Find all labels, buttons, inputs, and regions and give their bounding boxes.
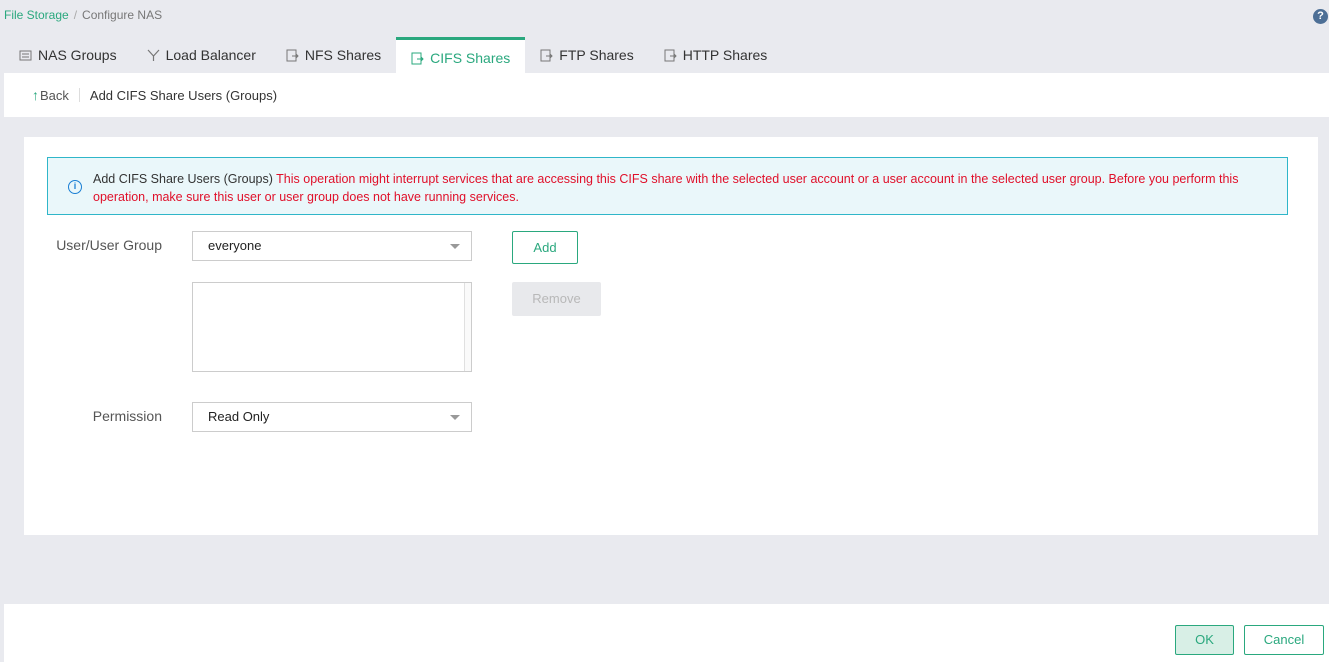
cancel-button[interactable]: Cancel	[1244, 625, 1324, 655]
nfs-shares-icon	[286, 49, 299, 62]
notice-message: Add CIFS Share Users (Groups) This opera…	[93, 170, 1278, 206]
back-arrow-icon: ↑	[32, 87, 39, 103]
permission-value: Read Only	[208, 409, 270, 424]
nas-groups-icon	[19, 49, 32, 62]
breadcrumb-separator: /	[73, 8, 78, 22]
notice-title: Add CIFS Share Users (Groups)	[93, 172, 273, 186]
tab-label: CIFS Shares	[430, 50, 511, 66]
form-card: i Add CIFS Share Users (Groups) This ope…	[24, 137, 1318, 535]
ftp-shares-icon	[540, 49, 553, 62]
add-button[interactable]: Add	[512, 231, 578, 264]
remove-button[interactable]: Remove	[512, 282, 601, 316]
dialog-footer: OK Cancel	[4, 604, 1329, 662]
scrollbar[interactable]	[464, 283, 471, 371]
breadcrumb: File Storage / Configure NAS	[4, 8, 162, 22]
selected-users-list[interactable]	[192, 282, 472, 372]
permission-label: Permission	[92, 408, 162, 424]
divider	[78, 88, 80, 102]
page-title: Add CIFS Share Users (Groups)	[89, 87, 278, 103]
load-balancer-icon	[147, 49, 160, 62]
tab-label: NFS Shares	[304, 47, 382, 63]
breadcrumb-file-storage[interactable]: File Storage	[4, 8, 69, 22]
back-label: Back	[40, 87, 69, 103]
tab-ftp-shares[interactable]: FTP Shares	[525, 37, 648, 73]
back-button[interactable]: ↑ Back	[32, 87, 69, 103]
ok-button[interactable]: OK	[1175, 625, 1234, 655]
permission-select[interactable]: Read Only	[192, 402, 472, 432]
help-icon[interactable]: ?	[1313, 9, 1328, 24]
chevron-down-icon	[450, 244, 460, 249]
tab-cifs-shares[interactable]: CIFS Shares	[396, 37, 526, 73]
tab-label: HTTP Shares	[682, 47, 768, 63]
tab-nfs-shares[interactable]: NFS Shares	[271, 37, 396, 73]
warning-notice: i Add CIFS Share Users (Groups) This ope…	[47, 157, 1288, 215]
tab-load-balancer[interactable]: Load Balancer	[132, 37, 271, 73]
chevron-down-icon	[450, 415, 460, 420]
cifs-shares-icon	[411, 52, 424, 65]
tab-label: NAS Groups	[38, 47, 117, 63]
tab-label: Load Balancer	[165, 47, 256, 63]
tab-nas-groups[interactable]: NAS Groups	[4, 37, 132, 73]
http-shares-icon	[664, 49, 677, 62]
sub-header: ↑ Back Add CIFS Share Users (Groups)	[4, 73, 1329, 117]
user-group-label: User/User Group	[56, 237, 162, 253]
user-group-value: everyone	[208, 238, 262, 253]
info-icon: i	[68, 180, 82, 194]
tab-label: FTP Shares	[559, 47, 634, 63]
breadcrumb-current: Configure NAS	[82, 8, 163, 22]
tab-bar: NAS Groups Load Balancer NFS Shares CIFS…	[4, 37, 782, 73]
user-group-select[interactable]: everyone	[192, 231, 472, 261]
tab-http-shares[interactable]: HTTP Shares	[649, 37, 783, 73]
